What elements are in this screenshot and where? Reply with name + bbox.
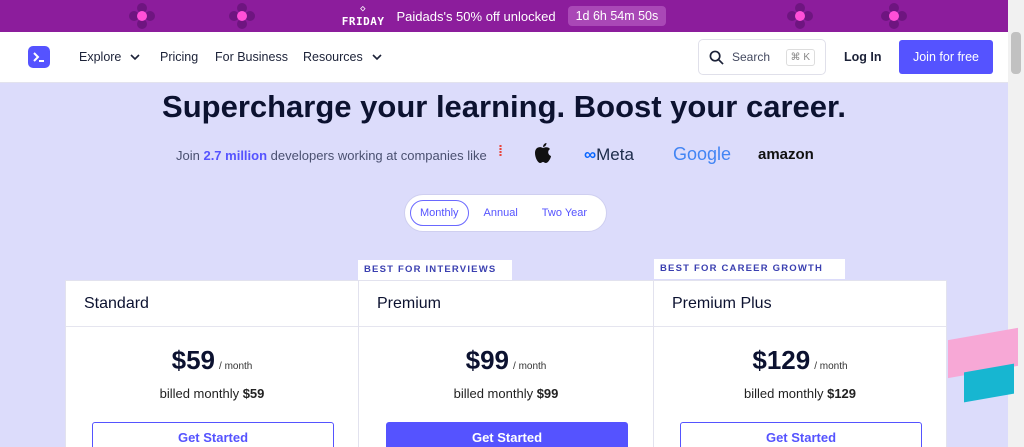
partial-logo-icon: ⁞ bbox=[498, 143, 503, 160]
billing-option-two-year[interactable]: Two Year bbox=[533, 201, 596, 225]
chevron-down-icon bbox=[372, 54, 382, 61]
search-label: Search bbox=[732, 50, 771, 64]
price-period: / month bbox=[814, 361, 848, 372]
billed-note: billed monthly $59 bbox=[66, 386, 358, 401]
nav-for-business[interactable]: For Business bbox=[215, 50, 288, 64]
chevron-down-icon bbox=[130, 54, 140, 61]
eye-icon: ◇ bbox=[360, 4, 367, 14]
logo-icon[interactable] bbox=[28, 46, 50, 68]
hero-title: Supercharge your learning. Boost your ca… bbox=[162, 89, 846, 124]
plan-card-premium: Premium $99/ month billed monthly $99 Ge… bbox=[358, 280, 654, 447]
billed-amount: $129 bbox=[827, 386, 857, 401]
get-started-button-premium-plus[interactable]: Get Started bbox=[680, 422, 922, 447]
search-button[interactable]: Search ⌘ K bbox=[698, 39, 826, 75]
apple-logo-icon bbox=[535, 143, 551, 163]
scrollbar-thumb[interactable] bbox=[1011, 32, 1021, 74]
join-tagline: Join 2.7 million developers working at c… bbox=[176, 148, 487, 163]
nav-pricing[interactable]: Pricing bbox=[160, 50, 198, 64]
search-shortcut: ⌘ K bbox=[785, 48, 815, 66]
friday-label: FRIDAY bbox=[341, 15, 385, 28]
get-started-button-standard[interactable]: Get Started bbox=[92, 422, 334, 447]
nav-resources-label: Resources bbox=[303, 50, 363, 64]
meta-logo-label: Meta bbox=[596, 145, 634, 164]
login-link[interactable]: Log In bbox=[844, 50, 882, 64]
plan-price: $99/ month bbox=[359, 345, 653, 376]
join-count: 2.7 million bbox=[203, 148, 268, 163]
plan-price: $129/ month bbox=[654, 345, 946, 376]
flower-decoration-icon bbox=[129, 3, 155, 29]
plan-tag-premium-plus: BEST FOR CAREER GROWTH bbox=[654, 259, 845, 279]
company-logos: ⁞ ∞Meta Google amazon bbox=[498, 140, 818, 170]
plan-card-standard: Standard $59/ month billed monthly $59 G… bbox=[65, 280, 359, 447]
price-period: / month bbox=[219, 361, 253, 372]
plan-tag-premium: BEST FOR INTERVIEWS bbox=[358, 260, 512, 280]
billed-amount: $99 bbox=[536, 386, 559, 401]
flower-decoration-icon bbox=[229, 3, 255, 29]
join-for-free-button[interactable]: Join for free bbox=[899, 40, 993, 74]
flower-decoration-icon bbox=[881, 3, 907, 29]
price-amount: $99 bbox=[465, 345, 510, 375]
join-prefix: Join bbox=[176, 148, 204, 163]
price-amount: $59 bbox=[171, 345, 216, 375]
billed-note: billed monthly $129 bbox=[654, 386, 946, 401]
plan-name: Standard bbox=[66, 281, 358, 327]
meta-logo: ∞Meta bbox=[584, 145, 634, 164]
promo-banner[interactable]: ◇ FRIDAY Paidads's 50% off unlocked 1d 6… bbox=[0, 0, 1008, 32]
nav-resources[interactable]: Resources bbox=[303, 50, 383, 64]
billing-period-toggle: Monthly Annual Two Year bbox=[404, 194, 607, 232]
billing-option-monthly[interactable]: Monthly bbox=[410, 200, 469, 226]
promo-message: Paidads's 50% off unlocked bbox=[396, 8, 556, 24]
billed-prefix: billed monthly bbox=[743, 386, 828, 401]
get-started-button-premium[interactable]: Get Started bbox=[386, 422, 628, 447]
join-suffix: developers working at companies like bbox=[267, 148, 487, 163]
amazon-logo: amazon bbox=[758, 146, 814, 163]
google-logo: Google bbox=[673, 144, 732, 164]
flower-decoration-icon bbox=[787, 3, 813, 29]
price-amount: $129 bbox=[752, 345, 811, 375]
billed-note: billed monthly $99 bbox=[359, 386, 653, 401]
search-icon bbox=[709, 50, 724, 65]
nav-explore[interactable]: Explore bbox=[79, 50, 141, 64]
billed-prefix: billed monthly bbox=[453, 386, 537, 401]
plan-name: Premium Plus bbox=[654, 281, 946, 327]
top-nav: Explore Pricing For Business Resources S… bbox=[0, 32, 1008, 83]
billed-prefix: billed monthly bbox=[159, 386, 243, 401]
plan-price: $59/ month bbox=[66, 345, 358, 376]
nav-explore-label: Explore bbox=[79, 50, 122, 64]
billing-option-annual[interactable]: Annual bbox=[475, 201, 527, 225]
friday-logo: ◇ FRIDAY bbox=[341, 4, 385, 28]
plan-name: Premium bbox=[359, 281, 653, 327]
price-period: / month bbox=[513, 361, 547, 372]
plan-card-premium-plus: Premium Plus $129/ month billed monthly … bbox=[653, 280, 947, 447]
countdown-timer: 1d 6h 54m 50s bbox=[567, 6, 667, 26]
billed-amount: $59 bbox=[242, 386, 265, 401]
